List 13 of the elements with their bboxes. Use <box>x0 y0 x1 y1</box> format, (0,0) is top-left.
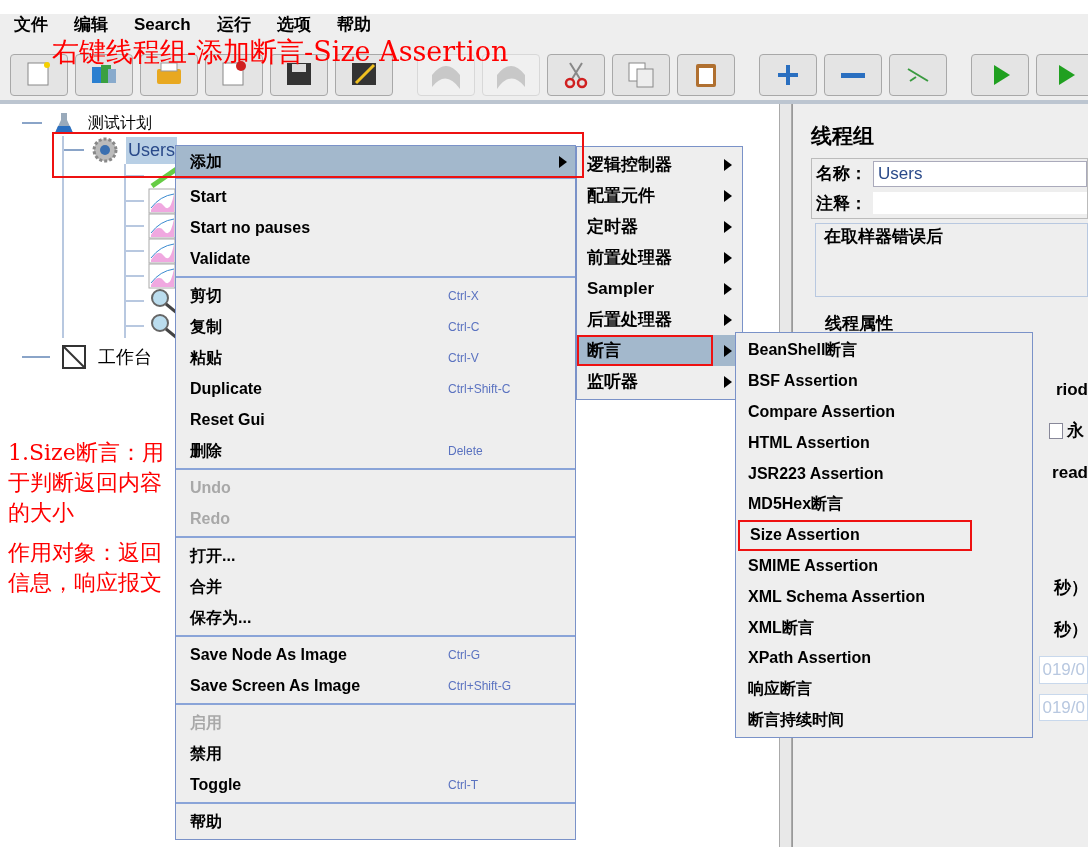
panel-title: 线程组 <box>811 123 875 149</box>
annotation-title: 右键线程组-添加断言-Size Assertion <box>52 38 509 66</box>
annotation-note: 作用对象：返回信息，响应报文 <box>8 539 163 597</box>
field-label: 名称： <box>816 162 867 185</box>
group-title: 在取样器错误后 <box>824 227 943 246</box>
label-text: read <box>1052 461 1088 484</box>
label-text: 秒） <box>1054 577 1088 599</box>
annotation-note: 1.Size断言：用于判断返回内容的大小 <box>8 439 165 527</box>
checkbox-label: 永 <box>1067 420 1084 442</box>
label-text: riod <box>1055 378 1088 401</box>
label-text: 秒） <box>1054 618 1088 641</box>
group-title: 线程属性 <box>825 313 894 335</box>
field-label: 注释： <box>816 192 867 215</box>
